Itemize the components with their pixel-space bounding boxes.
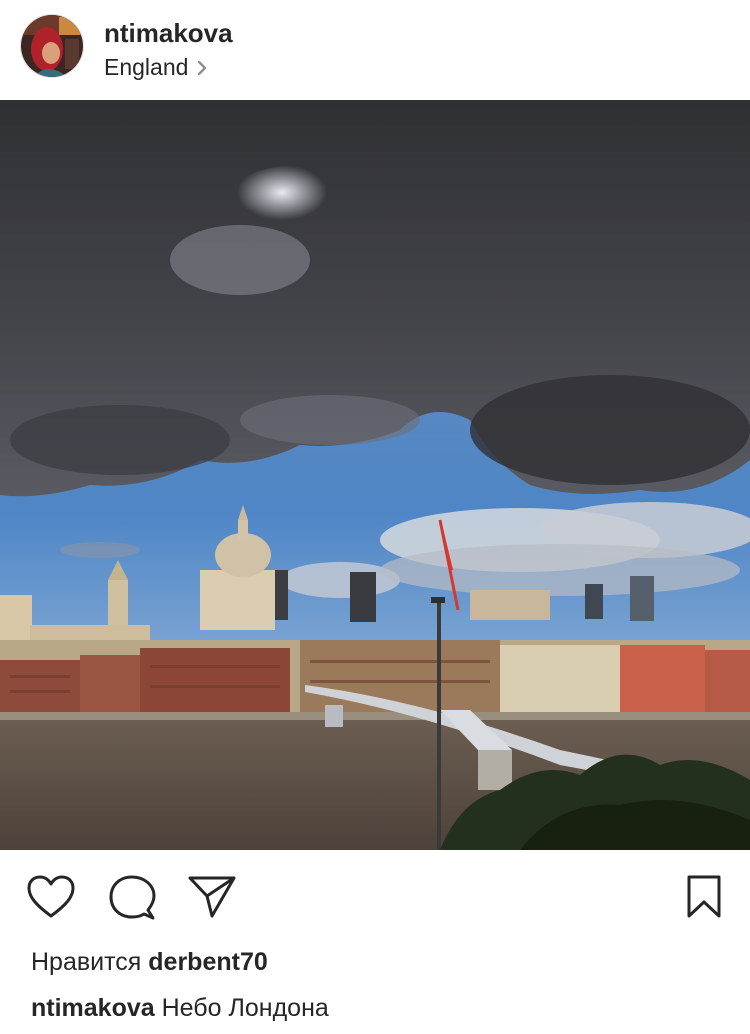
avatar[interactable]: [20, 14, 84, 78]
bookmark-icon: [687, 875, 721, 918]
comment-button[interactable]: [108, 874, 156, 922]
post-action-bar: [0, 850, 750, 950]
liked-by-username[interactable]: derbent70: [148, 948, 267, 976]
likes-line: Нравится derbent70: [31, 948, 268, 977]
chevron-right-icon: [198, 60, 207, 75]
paper-plane-icon: [188, 876, 236, 918]
london-skyline-photo: [0, 100, 750, 850]
post-username[interactable]: ntimakova: [104, 18, 233, 49]
post-photo[interactable]: [0, 100, 750, 850]
comment-bubble-icon: [109, 875, 156, 920]
avatar-image: [21, 15, 83, 77]
save-button[interactable]: [686, 874, 722, 920]
post-caption: ntimakova Небо Лондона: [31, 994, 329, 1023]
likes-prefix: Нравится: [31, 948, 142, 976]
like-button[interactable]: [26, 874, 76, 920]
share-button[interactable]: [187, 874, 237, 920]
post-location[interactable]: England: [104, 54, 208, 81]
caption-username[interactable]: ntimakova: [31, 994, 155, 1022]
heart-icon: [27, 875, 75, 918]
post-header: ntimakova England: [0, 0, 750, 100]
caption-text: Небо Лондона: [161, 994, 329, 1022]
location-label[interactable]: England: [104, 54, 188, 81]
